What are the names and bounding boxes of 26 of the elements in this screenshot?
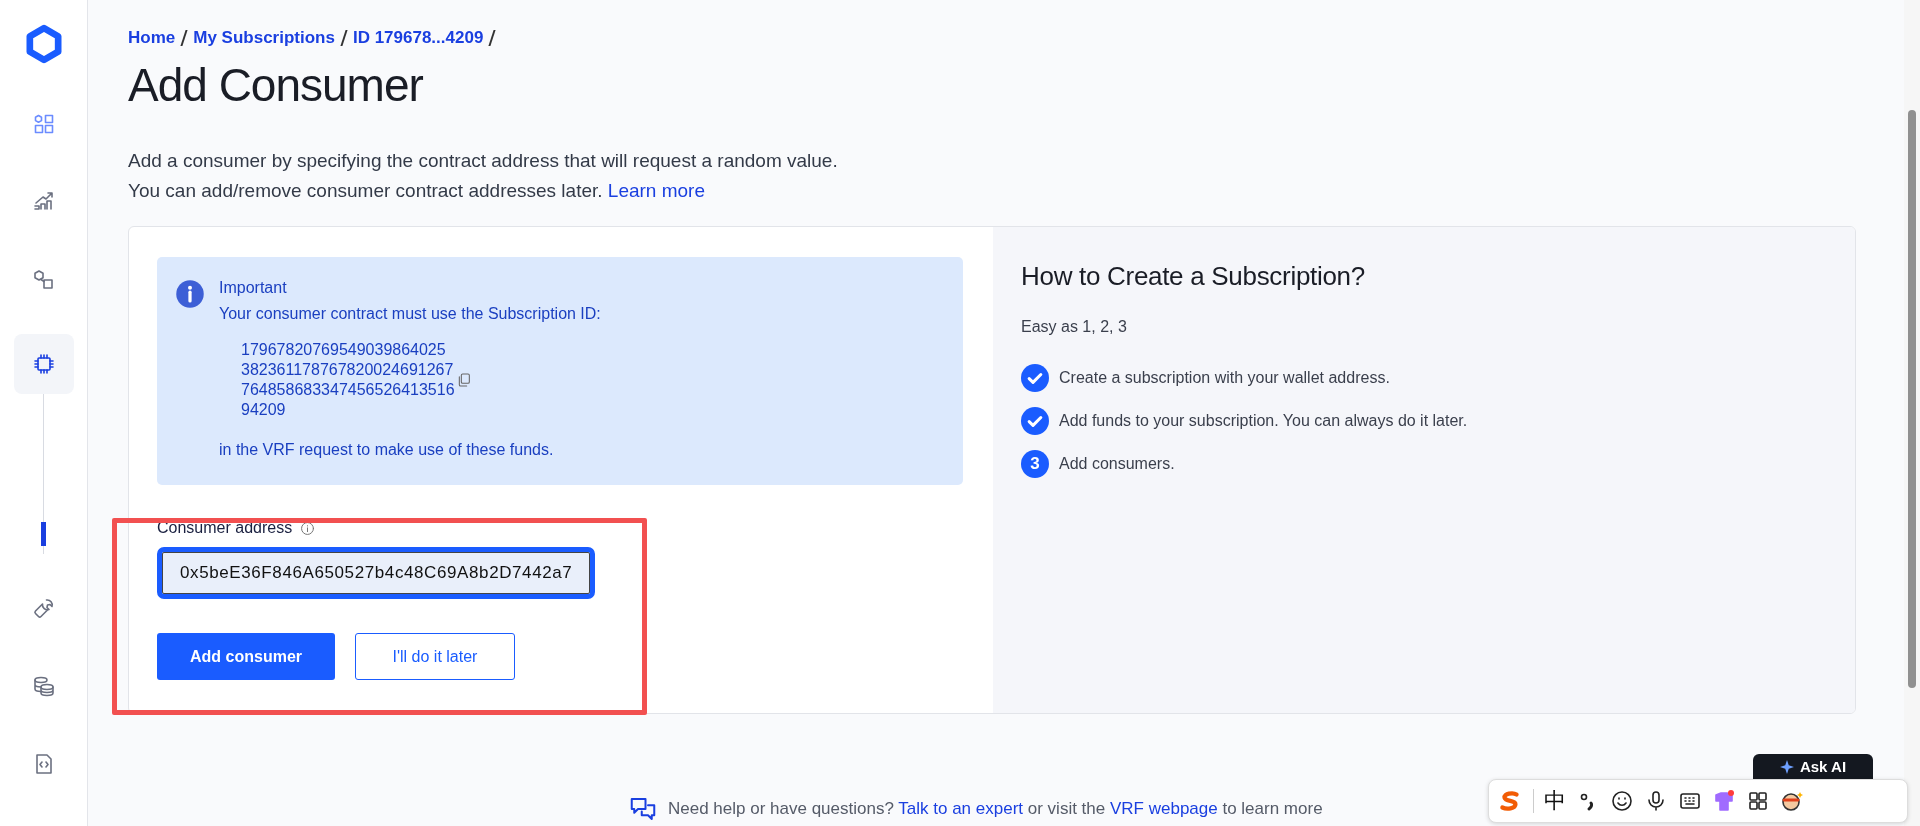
breadcrumb-link[interactable]: My Subscriptions <box>193 28 335 48</box>
panel-heading: How to Create a Subscription? <box>1021 261 1366 292</box>
later-button[interactable]: I'll do it later <box>355 633 515 680</box>
field-label: Consumer address <box>157 519 293 537</box>
notice-text: Your consumer contract must use the Subscription ID: <box>219 304 601 324</box>
ask-ai-button[interactable]: Ask AI <box>1753 754 1873 779</box>
step-text: Create a subscription with your wallet address. <box>1059 369 1390 387</box>
step-number: 3 <box>1021 450 1049 478</box>
step-text: Add consumers. <box>1059 455 1175 473</box>
expert-link[interactable]: Talk to an expert <box>898 799 1024 818</box>
help-text: Need help or have questions? Talk to an expert or visit the VRF webpage to learn more <box>668 799 1323 819</box>
ime-mode-button[interactable]: 中 <box>1544 786 1566 816</box>
notice-text: in the VRF request to make use of these funds. <box>219 440 555 460</box>
ask-ai-label: Ask AI <box>1799 758 1847 775</box>
vrf-webpage-link[interactable]: VRF webpage <box>1109 799 1218 818</box>
step-text: Add funds to your subscription. You can always do it later. <box>1059 412 1468 430</box>
add-consumer-button[interactable]: Add consumer <box>157 633 335 680</box>
page-title: Add Consumer <box>128 58 424 112</box>
panel-subtitle: Easy as 1, 2, 3 <box>1021 318 1128 336</box>
address-field[interactable]: 0x5beE36F846A650527b4c48C69A8b2D7442a7 <box>157 547 595 599</box>
description-text: Add a consumer by specifying the contract address that will request a random value. <box>128 149 839 173</box>
breadcrumb-link[interactable]: ID 179678...4209 <box>352 28 484 48</box>
notice-title: Important <box>219 278 288 298</box>
breadcrumb-link[interactable]: Home <box>128 28 176 48</box>
subscription-id: 17967820769549039864025 382361178767820024691267 764858683347456526413516 94209 <box>241 340 455 420</box>
learn-more-link[interactable]: Learn more <box>607 180 705 201</box>
